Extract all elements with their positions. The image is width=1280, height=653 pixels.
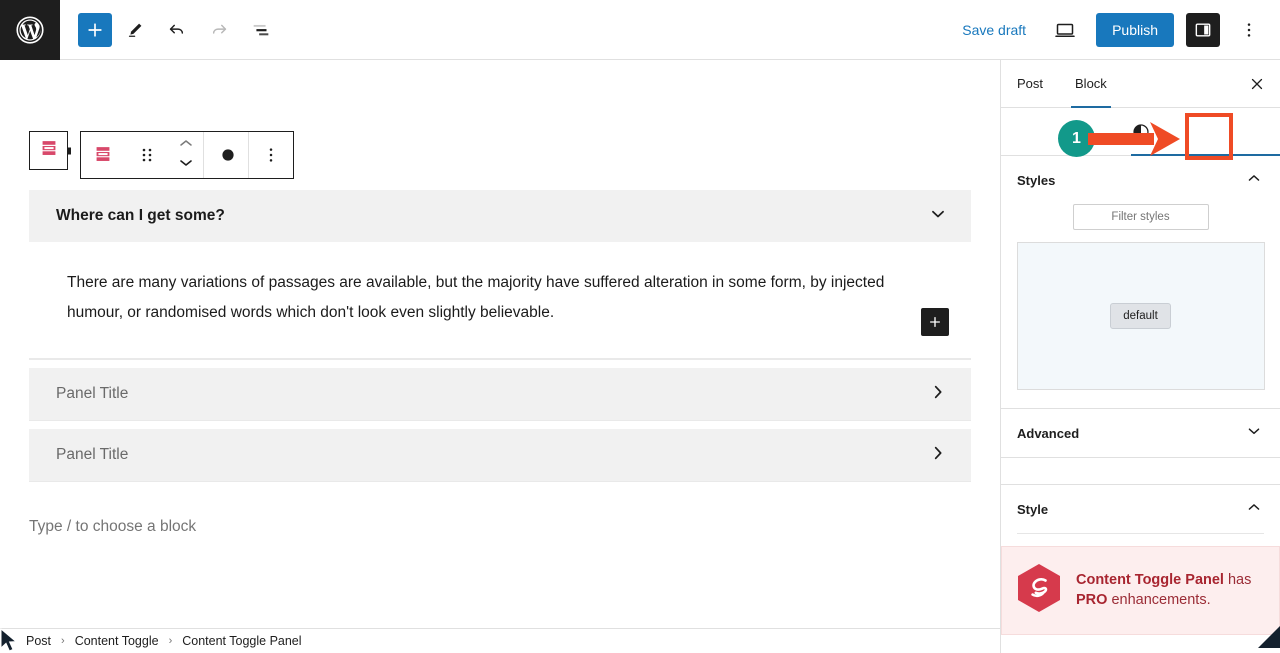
empty-block-placeholder[interactable]: Type / to choose a block — [29, 518, 196, 536]
pro-notice-tail: enhancements. — [1107, 591, 1211, 608]
section-title: Advanced — [1017, 425, 1080, 441]
content-toggle-panel-collapsed-2: Panel Title — [29, 429, 971, 483]
document-overview-icon[interactable] — [242, 11, 280, 49]
block-movers[interactable] — [169, 132, 203, 178]
publish-button[interactable]: Publish — [1096, 12, 1174, 47]
breadcrumb-item-post[interactable]: Post — [26, 634, 51, 648]
wordpress-logo-icon[interactable] — [0, 0, 60, 60]
close-icon[interactable] — [1234, 60, 1280, 107]
pro-notice-text: Content Toggle Panel has PRO enhancement… — [1076, 571, 1265, 610]
block-toolbar-group-primary — [81, 132, 203, 178]
breadcrumb-item-content-toggle[interactable]: Content Toggle — [75, 634, 159, 648]
style-preview-area[interactable]: default — [1016, 242, 1265, 390]
breadcrumb-item-content-toggle-panel[interactable]: Content Toggle Panel — [182, 634, 301, 648]
panel-header[interactable]: Where can I get some? — [29, 190, 971, 242]
editor-canvas: Where can I get some? There are many var… — [0, 60, 1000, 628]
mouse-pointer-icon — [0, 627, 22, 653]
style-option-default[interactable]: default — [1110, 303, 1171, 329]
pro-upsell-notice[interactable]: Content Toggle Panel has PRO enhancement… — [1001, 546, 1280, 635]
shadow-styles-icon[interactable] — [204, 132, 248, 178]
tab-block[interactable]: Block — [1059, 60, 1123, 108]
chevron-up-icon[interactable] — [177, 136, 195, 154]
tab-post[interactable]: Post — [1001, 60, 1059, 107]
sidebar-icon-tab-row — [1001, 108, 1280, 156]
tools-pencil-button[interactable] — [116, 11, 154, 49]
content-toggle-panel-icon — [92, 143, 114, 168]
content-toggle-hex-logo-icon — [1016, 563, 1062, 618]
panel-title: Where can I get some? — [56, 207, 225, 224]
breadcrumb: Post › Content Toggle › Content Toggle P… — [0, 628, 1000, 653]
top-bar-right-tools: Save draft Publish — [954, 11, 1280, 49]
top-bar-left-tools — [60, 11, 280, 49]
inline-add-block-button[interactable] — [921, 308, 949, 337]
add-block-button[interactable] — [78, 12, 112, 47]
content-toggle-block: Where can I get some? There are many var… — [29, 190, 971, 483]
panel-header[interactable]: Panel Title — [29, 368, 971, 421]
chevron-down-icon[interactable] — [177, 156, 195, 174]
settings-sidebar: Post Block Styles Filter styles default … — [1000, 60, 1280, 653]
panel-title: Panel Title — [56, 385, 129, 403]
wordpress-block-editor: Save draft Publish Where can I get some?… — [0, 0, 1280, 653]
section-header-style[interactable]: Style — [1001, 485, 1280, 533]
block-type-button[interactable] — [81, 132, 125, 178]
panel-title: Panel Title — [56, 446, 129, 464]
block-more-options-icon[interactable] — [249, 132, 293, 178]
save-draft-button[interactable]: Save draft — [954, 16, 1034, 44]
sidebar-blank-row — [1001, 458, 1280, 484]
select-parent-block-button[interactable] — [29, 131, 68, 170]
block-toolbar-group-styles — [203, 132, 248, 178]
block-toolbar-row — [29, 131, 294, 179]
section-title: Styles — [1017, 172, 1056, 188]
drag-dots-icon[interactable] — [125, 132, 169, 178]
chevron-up-icon[interactable] — [1244, 497, 1264, 522]
section-title: Style — [1017, 501, 1049, 517]
breadcrumb-separator: › — [168, 635, 173, 647]
panel-spacer — [29, 421, 971, 430]
desktop-preview-icon[interactable] — [1046, 11, 1084, 49]
section-header-styles[interactable]: Styles — [1001, 156, 1280, 204]
pro-notice-product: Content Toggle Panel — [1076, 571, 1224, 588]
editor-options-icon[interactable] — [1232, 13, 1266, 47]
chevron-right-icon[interactable] — [927, 442, 949, 469]
block-toolbar — [80, 131, 294, 179]
panel-body[interactable]: There are many variations of passages ar… — [29, 242, 971, 360]
chevron-down-icon[interactable] — [927, 203, 949, 230]
panel-paragraph[interactable]: There are many variations of passages ar… — [67, 268, 912, 328]
sidebar-tabs: Post Block — [1001, 60, 1280, 108]
content-toggle-parent-icon — [38, 137, 60, 164]
styles-section-body: Filter styles default — [1001, 204, 1280, 408]
styles-tab-icon[interactable] — [1125, 116, 1157, 148]
content-toggle-panel-collapsed-1: Panel Title — [29, 368, 971, 422]
undo-button[interactable] — [158, 11, 196, 49]
panel-header[interactable]: Panel Title — [29, 429, 971, 482]
panel-spacer — [29, 360, 971, 369]
block-toolbar-group-options — [248, 132, 293, 178]
filter-styles-input[interactable]: Filter styles — [1072, 204, 1209, 230]
redo-button — [200, 11, 238, 49]
pro-notice-pro: PRO — [1076, 591, 1108, 608]
chevron-down-icon[interactable] — [1244, 421, 1264, 446]
chevron-up-icon[interactable] — [1244, 168, 1264, 193]
editor-top-bar: Save draft Publish — [0, 0, 1280, 60]
content-toggle-panel-expanded: Where can I get some? There are many var… — [29, 190, 971, 361]
settings-sidebar-toggle-button[interactable] — [1186, 12, 1220, 47]
inner-divider — [1017, 533, 1264, 534]
breadcrumb-separator: › — [61, 635, 65, 647]
resize-handle[interactable] — [1258, 626, 1280, 653]
chevron-right-icon[interactable] — [927, 381, 949, 408]
section-header-advanced[interactable]: Advanced — [1001, 409, 1280, 457]
pro-notice-middle: has — [1223, 571, 1252, 588]
